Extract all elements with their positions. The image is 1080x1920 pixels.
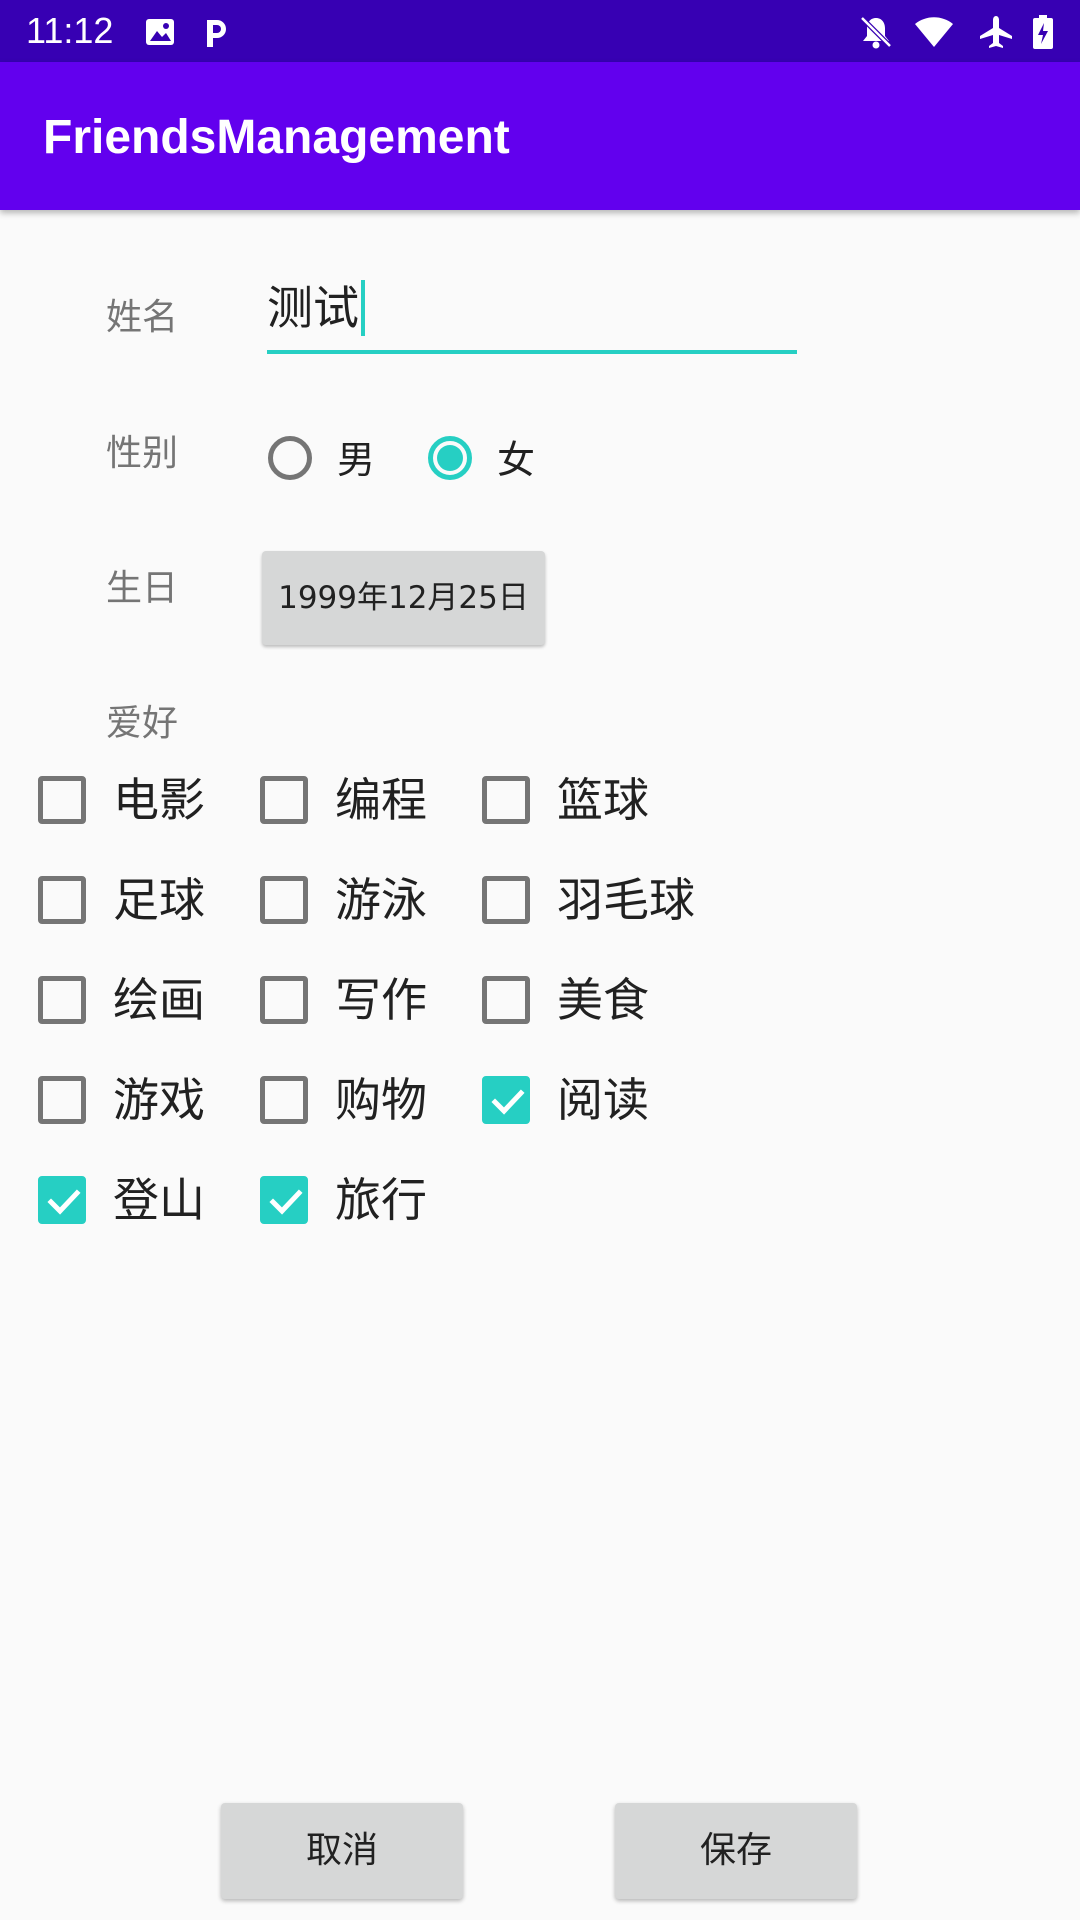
hobby-checkbox-label[interactable]: 旅行 [335, 1170, 427, 1230]
checkbox-unchecked-icon[interactable] [260, 1076, 308, 1124]
checkbox-unchecked-icon[interactable] [482, 876, 530, 924]
app-bar: FriendsManagement [0, 62, 1080, 210]
radio-male-label[interactable]: 男 [337, 437, 375, 483]
name-value[interactable]: 测试 [267, 280, 365, 336]
hobby-checkbox-label[interactable]: 购物 [335, 1070, 427, 1130]
hobby-checkbox-label[interactable]: 足球 [113, 870, 205, 930]
hobby-checkbox-label[interactable]: 游泳 [335, 870, 427, 930]
save-button[interactable]: 保存 [615, 1803, 857, 1899]
checkbox-unchecked-icon[interactable] [260, 876, 308, 924]
cancel-button[interactable]: 取消 [221, 1803, 463, 1899]
checkbox-unchecked-icon[interactable] [260, 776, 308, 824]
checkbox-unchecked-icon[interactable] [482, 776, 530, 824]
battery-charging-icon [1032, 14, 1054, 50]
hobby-checkbox-label[interactable]: 羽毛球 [557, 870, 695, 930]
status-time: 11:12 [26, 10, 114, 51]
screen: 11:12 FriendsManagement 姓名 测试 性别 男 女 生日 … [0, 0, 1080, 1920]
hobby-checkbox-label[interactable]: 美食 [557, 970, 649, 1030]
image-icon [142, 14, 178, 50]
status-bar: 11:12 [0, 0, 1080, 62]
radio-male-circle[interactable] [268, 436, 312, 480]
gender-label: 性别 [106, 433, 179, 474]
radio-female-label[interactable]: 女 [497, 437, 535, 483]
checkbox-unchecked-icon[interactable] [260, 976, 308, 1024]
hobby-checkbox-label[interactable]: 登山 [113, 1170, 205, 1230]
birthday-picker-button[interactable]: 1999年12月25日 [262, 551, 545, 645]
hobby-checkbox-label[interactable]: 电影 [113, 770, 205, 830]
checkbox-checked-icon[interactable] [38, 1176, 86, 1224]
hobby-checkbox-label[interactable]: 篮球 [557, 770, 649, 830]
app-title: FriendsManagement [43, 111, 510, 164]
name-label: 姓名 [106, 297, 179, 338]
name-input[interactable]: 测试 [267, 274, 797, 354]
checkbox-unchecked-icon[interactable] [38, 976, 86, 1024]
birthday-label: 生日 [106, 568, 179, 609]
airplane-icon [978, 14, 1014, 50]
hobby-checkbox-label[interactable]: 写作 [335, 970, 427, 1030]
wifi-icon [914, 14, 954, 50]
hobby-checkbox-label[interactable]: 阅读 [557, 1070, 649, 1130]
parking-icon [198, 14, 234, 50]
radio-selected-dot [437, 445, 463, 471]
hobby-checkbox-label[interactable]: 游戏 [113, 1070, 205, 1130]
checkbox-unchecked-icon[interactable] [38, 876, 86, 924]
notifications-off-icon [858, 14, 894, 50]
checkbox-checked-icon[interactable] [260, 1176, 308, 1224]
radio-female-circle[interactable] [428, 436, 472, 480]
hobbies-label: 爱好 [106, 703, 179, 744]
hobby-checkbox-label[interactable]: 编程 [335, 770, 427, 830]
checkbox-unchecked-icon[interactable] [38, 776, 86, 824]
checkbox-checked-icon[interactable] [482, 1076, 530, 1124]
checkbox-unchecked-icon[interactable] [482, 976, 530, 1024]
text-caret [361, 280, 365, 336]
hobby-checkbox-label[interactable]: 绘画 [113, 970, 205, 1030]
checkbox-unchecked-icon[interactable] [38, 1076, 86, 1124]
